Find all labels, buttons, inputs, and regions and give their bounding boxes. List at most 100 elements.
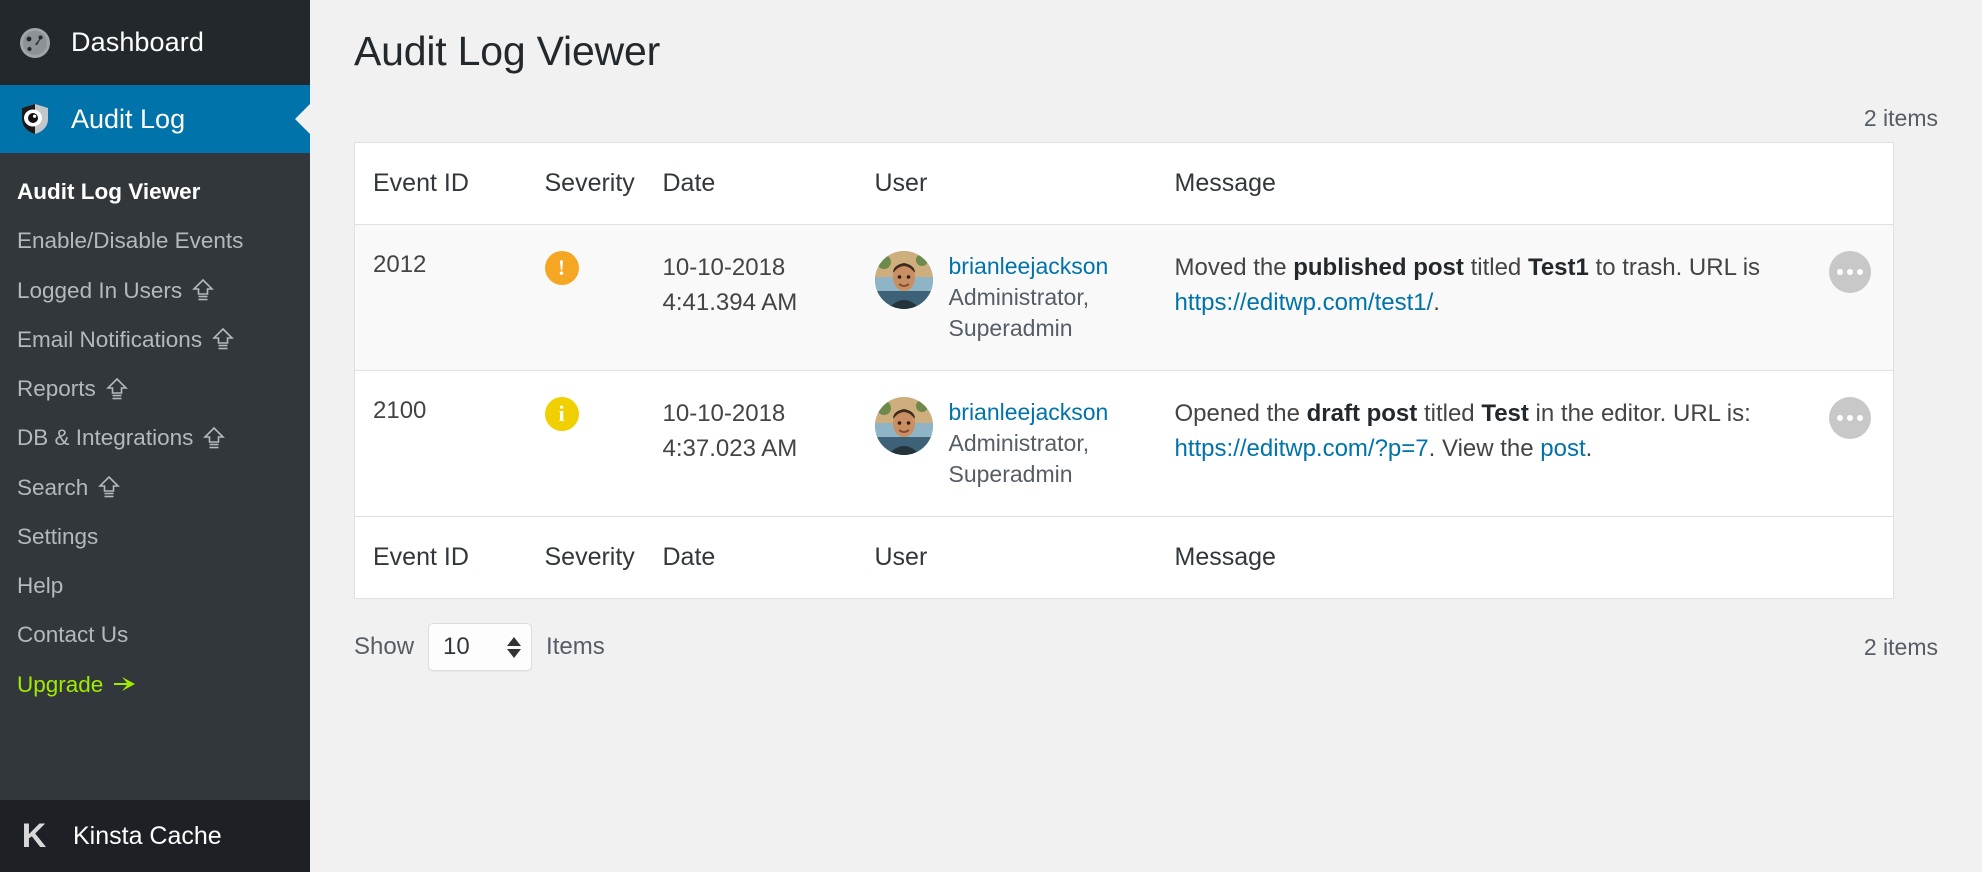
message-fragment: .: [1433, 289, 1440, 316]
table-row[interactable]: 2012!10-10-20184:41.394 AMbrianleejackso…: [355, 225, 1894, 371]
message-text: Moved the published post titled Test1 to…: [1175, 251, 1784, 321]
sidebar-submenu-item-db-integrations[interactable]: DB & Integrations: [0, 413, 310, 462]
sidebar-submenu-item-search[interactable]: Search: [0, 463, 310, 512]
table-header-row: Event IDSeverityDateUserMessage: [355, 143, 1894, 225]
user-roles: Administrator, Superadmin: [949, 282, 1175, 344]
column-header-user[interactable]: User: [875, 143, 1175, 225]
sidebar-submenu-item-contact-us[interactable]: Contact Us: [0, 610, 310, 659]
items-count-top: 2 items: [1864, 105, 1938, 132]
table-row[interactable]: 2100i10-10-20184:37.023 AM brianleejackso…: [355, 371, 1894, 517]
sidebar-submenu: Audit Log Viewer Enable/Disable Events Log…: [0, 153, 310, 800]
user-login-link[interactable]: brianleejackson: [949, 251, 1175, 282]
sidebar-submenu-item-label: DB & Integrations: [17, 423, 193, 452]
cell-date: 10-10-20184:41.394 AM: [663, 225, 875, 371]
column-header-date[interactable]: Date: [663, 517, 875, 599]
column-header-user[interactable]: User: [875, 517, 1175, 599]
sidebar-active-arrow-icon: [295, 103, 311, 135]
sidebar-submenu-item-label: Email Notifications: [17, 325, 202, 354]
column-header-message: Message: [1175, 143, 1784, 225]
kinsta-k-icon: K: [17, 819, 51, 853]
message-link[interactable]: https://editwp.com/?p=7: [1175, 435, 1429, 462]
sidebar-submenu-item-label: Logged In Users: [17, 276, 182, 305]
sidebar-item-dashboard[interactable]: Dashboard: [0, 0, 310, 85]
sidebar-submenu-item-help[interactable]: Help: [0, 561, 310, 610]
sidebar-submenu-item-email-notifications[interactable]: Email Notifications: [0, 315, 310, 364]
sidebar-item-label: Dashboard: [71, 27, 204, 58]
cell-severity: i: [545, 371, 663, 517]
sidebar-submenu-item-label: Upgrade: [17, 670, 103, 699]
table-body: 2012!10-10-20184:41.394 AMbrianleejackso…: [355, 225, 1894, 517]
arrow-right-icon: [113, 674, 137, 694]
message-fragment: Opened the: [1175, 400, 1307, 427]
sidebar-submenu-item-audit-log-viewer[interactable]: Audit Log Viewer: [0, 167, 310, 216]
tablenav-top: 2 items: [310, 75, 1982, 142]
sidebar-submenu-item-logged-in-users[interactable]: Logged In Users: [0, 266, 310, 315]
column-header-event-id[interactable]: Event ID: [355, 143, 545, 225]
date-value: 10-10-2018: [663, 397, 875, 432]
column-header-message: Message: [1175, 517, 1784, 599]
admin-page: Dashboard Audit Log Audit Log Viewer Enab…: [0, 0, 1982, 872]
user-roles: Administrator, Superadmin: [949, 428, 1175, 490]
cell-actions: [1784, 371, 1894, 517]
sidebar-submenu-item-label: Search: [17, 473, 88, 502]
column-header-actions: [1784, 143, 1894, 225]
time-value: 4:37.023 AM: [663, 432, 875, 467]
per-page-value[interactable]: 10: [443, 633, 470, 661]
premium-upgrade-icon: [203, 426, 225, 450]
time-value: 4:41.394 AM: [663, 286, 875, 321]
sidebar-item-audit-log[interactable]: Audit Log: [0, 85, 310, 153]
table-footer-row: Event IDSeverityDateUserMessage: [355, 517, 1894, 599]
stepper-up-icon[interactable]: [507, 637, 521, 646]
row-actions-menu-icon[interactable]: [1829, 251, 1871, 293]
premium-upgrade-icon: [98, 475, 120, 499]
dashboard-gauge-icon: [17, 25, 53, 61]
sidebar-submenu-item-settings[interactable]: Settings: [0, 512, 310, 561]
severity-warning-icon: !: [545, 251, 579, 285]
column-header-event-id[interactable]: Event ID: [355, 517, 545, 599]
row-actions-menu-icon[interactable]: [1829, 397, 1871, 439]
cell-event-id: 2012: [355, 225, 545, 371]
sidebar-submenu-item-label: Settings: [17, 522, 98, 551]
message-fragment: .: [1586, 435, 1593, 462]
sidebar-submenu-item-label: Audit Log Viewer: [17, 177, 200, 206]
column-header-severity: Severity: [545, 143, 663, 225]
premium-upgrade-icon: [212, 327, 234, 351]
table-foot: Event IDSeverityDateUserMessage: [355, 517, 1894, 599]
per-page-stepper[interactable]: 10: [428, 623, 532, 671]
avatar: [875, 397, 933, 455]
sidebar-submenu-item-upgrade[interactable]: Upgrade: [0, 660, 310, 709]
message-link[interactable]: post: [1540, 435, 1585, 462]
shield-eye-icon: [17, 101, 53, 137]
sidebar-submenu-item-label: Contact Us: [17, 620, 128, 649]
date-value: 10-10-2018: [663, 251, 875, 286]
message-fragment: . View the: [1429, 435, 1541, 462]
message-text: Opened the draft post titled Test in the…: [1175, 397, 1784, 467]
cell-user: brianleejacksonAdministrator, Superadmin: [875, 225, 1175, 371]
message-fragment: titled: [1464, 254, 1528, 281]
sidebar-item-label: Kinsta Cache: [73, 822, 222, 851]
premium-upgrade-icon: [106, 377, 128, 401]
column-header-severity: Severity: [545, 517, 663, 599]
sidebar-submenu-item-label: Help: [17, 571, 63, 600]
user-login-link[interactable]: brianleejackson: [949, 397, 1175, 428]
sidebar-item-label: Audit Log: [71, 104, 185, 135]
cell-actions: [1784, 225, 1894, 371]
message-link[interactable]: https://editwp.com/test1/: [1175, 289, 1434, 316]
sidebar-item-kinsta-cache[interactable]: K Kinsta Cache: [0, 800, 310, 872]
message-fragment: in the editor. URL is:: [1529, 400, 1751, 427]
stepper-arrows[interactable]: [507, 637, 521, 658]
sidebar-submenu-item-enable-disable-events[interactable]: Enable/Disable Events: [0, 216, 310, 265]
main-content: Audit Log Viewer 2 items Event IDSeverit…: [310, 0, 1982, 872]
sidebar-submenu-item-label: Reports: [17, 374, 96, 403]
sidebar-submenu-item-reports[interactable]: Reports: [0, 364, 310, 413]
message-emphasis: Test: [1481, 400, 1529, 427]
column-header-date[interactable]: Date: [663, 143, 875, 225]
cell-event-id: 2100: [355, 371, 545, 517]
admin-sidebar: Dashboard Audit Log Audit Log Viewer Enab…: [0, 0, 310, 872]
cell-date: 10-10-20184:37.023 AM: [663, 371, 875, 517]
sidebar-submenu-item-label: Enable/Disable Events: [17, 226, 243, 255]
stepper-down-icon[interactable]: [507, 649, 521, 658]
tablenav-bottom: Show 10 Items 2 items: [310, 599, 1982, 671]
premium-upgrade-icon: [192, 278, 214, 302]
message-fragment: titled: [1417, 400, 1481, 427]
